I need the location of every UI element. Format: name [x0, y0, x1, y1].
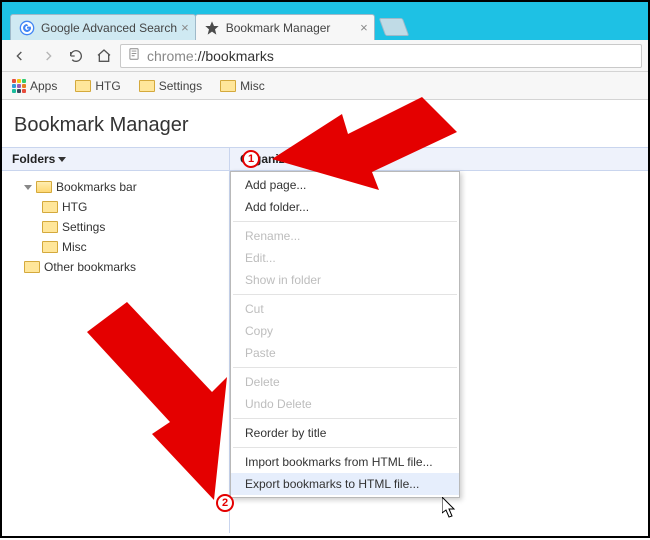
- folder-icon: [24, 261, 40, 273]
- menu-show-in-folder: Show in folder: [231, 269, 459, 291]
- url-path: //bookmarks: [198, 48, 274, 64]
- apps-button[interactable]: Apps: [8, 77, 61, 95]
- bookmark-label: Misc: [240, 79, 265, 93]
- bookmark-folder-settings[interactable]: Settings: [135, 77, 206, 95]
- folder-icon: [220, 80, 236, 92]
- folders-label: Folders: [12, 152, 55, 166]
- detail-pane: Add page... Add folder... Rename... Edit…: [230, 171, 648, 533]
- columns-header: Folders Organize: [2, 147, 648, 171]
- tab-google-advanced-search[interactable]: Google Advanced Search ×: [10, 14, 196, 40]
- tree-label: HTG: [62, 200, 87, 214]
- reload-button[interactable]: [64, 44, 88, 68]
- tab-strip: Google Advanced Search × Bookmark Manage…: [2, 10, 648, 40]
- tree-item-misc[interactable]: Misc: [6, 237, 225, 257]
- menu-separator: [233, 418, 457, 419]
- page-icon: [127, 47, 141, 64]
- google-favicon: [19, 20, 35, 36]
- folders-header[interactable]: Folders: [12, 152, 66, 166]
- page-title: Bookmark Manager: [14, 114, 638, 137]
- menu-import-html[interactable]: Import bookmarks from HTML file...: [231, 451, 459, 473]
- folder-icon: [139, 80, 155, 92]
- folder-tree: Bookmarks bar HTG Settings Misc Other bo…: [2, 171, 230, 533]
- tree-item-htg[interactable]: HTG: [6, 197, 225, 217]
- menu-separator: [233, 367, 457, 368]
- close-icon[interactable]: ×: [181, 20, 189, 35]
- bookmark-folder-misc[interactable]: Misc: [216, 77, 269, 95]
- menu-edit: Edit...: [231, 247, 459, 269]
- folder-open-icon: [36, 181, 52, 193]
- menu-add-page[interactable]: Add page...: [231, 174, 459, 196]
- forward-button[interactable]: [36, 44, 60, 68]
- menu-undo-delete: Undo Delete: [231, 393, 459, 415]
- tree-label: Settings: [62, 220, 105, 234]
- caret-down-icon: [58, 157, 66, 162]
- tree-item-settings[interactable]: Settings: [6, 217, 225, 237]
- menu-separator: [233, 447, 457, 448]
- apps-label: Apps: [30, 79, 57, 93]
- folder-icon: [42, 221, 58, 233]
- bookmark-label: Settings: [159, 79, 202, 93]
- tree-label: Bookmarks bar: [56, 180, 137, 194]
- menu-paste: Paste: [231, 342, 459, 364]
- toolbar: chrome://bookmarks: [2, 40, 648, 72]
- address-bar[interactable]: chrome://bookmarks: [120, 44, 642, 68]
- tab-bookmark-manager[interactable]: Bookmark Manager ×: [195, 14, 375, 40]
- bookmarks-bar: Apps HTG Settings Misc: [2, 72, 648, 100]
- tab-title: Google Advanced Search: [41, 21, 177, 35]
- new-tab-button[interactable]: [378, 18, 409, 36]
- menu-reorder-by-title[interactable]: Reorder by title: [231, 422, 459, 444]
- tree-label: Misc: [62, 240, 87, 254]
- tree-label: Other bookmarks: [44, 260, 136, 274]
- tab-title: Bookmark Manager: [226, 21, 356, 35]
- url-scheme: chrome:: [147, 48, 198, 64]
- home-button[interactable]: [92, 44, 116, 68]
- menu-export-html[interactable]: Export bookmarks to HTML file...: [231, 473, 459, 495]
- back-button[interactable]: [8, 44, 32, 68]
- page-header: Bookmark Manager: [2, 100, 648, 147]
- tree-item-bookmarks-bar[interactable]: Bookmarks bar: [6, 177, 225, 197]
- folder-icon: [42, 241, 58, 253]
- content-area: Bookmarks bar HTG Settings Misc Other bo…: [2, 171, 648, 533]
- menu-add-folder[interactable]: Add folder...: [231, 196, 459, 218]
- close-icon[interactable]: ×: [360, 20, 368, 35]
- menu-cut: Cut: [231, 298, 459, 320]
- bookmark-folder-htg[interactable]: HTG: [71, 77, 124, 95]
- bookmark-label: HTG: [95, 79, 120, 93]
- menu-copy: Copy: [231, 320, 459, 342]
- menu-separator: [233, 221, 457, 222]
- disclosure-triangle-icon[interactable]: [24, 185, 32, 190]
- folder-icon: [42, 201, 58, 213]
- star-icon: [204, 20, 220, 36]
- menu-delete: Delete: [231, 371, 459, 393]
- apps-icon: [12, 79, 26, 93]
- menu-rename: Rename...: [231, 225, 459, 247]
- folder-icon: [75, 80, 91, 92]
- organize-menu: Add page... Add folder... Rename... Edit…: [230, 171, 460, 498]
- organize-header[interactable]: Organize: [240, 152, 302, 166]
- organize-label: Organize: [240, 152, 291, 166]
- window-titlebar: [2, 2, 648, 10]
- menu-separator: [233, 294, 457, 295]
- caret-down-icon: [294, 157, 302, 162]
- tree-item-other-bookmarks[interactable]: Other bookmarks: [6, 257, 225, 277]
